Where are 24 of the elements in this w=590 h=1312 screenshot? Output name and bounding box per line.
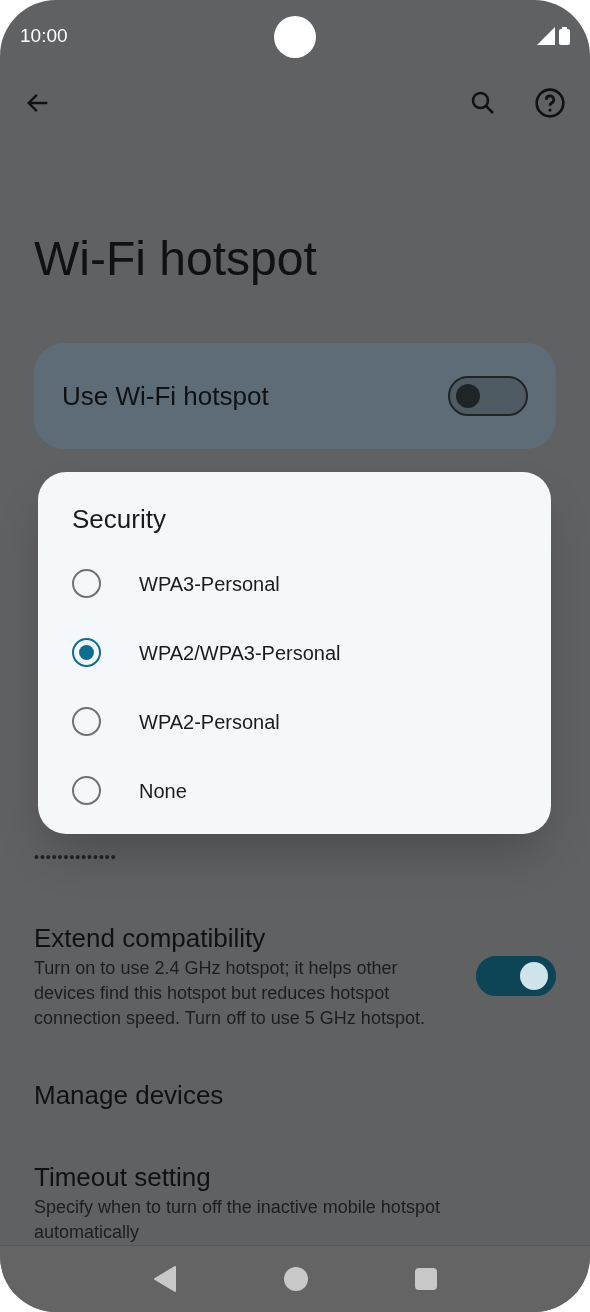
back-nav-icon[interactable] [153,1266,178,1292]
radio-option[interactable]: WPA2-Personal [72,687,517,756]
camera-cutout [274,16,316,58]
radio-option[interactable]: None [72,756,517,825]
radio-button[interactable] [72,707,101,736]
battery-icon [559,27,570,45]
radio-button[interactable] [72,569,101,598]
switch-label: Use Wi-Fi hotspot [62,379,269,413]
page-title: Wi-Fi hotspot [34,231,317,287]
status-time: 10:00 [20,23,68,48]
signal-icon [537,27,555,45]
radio-button[interactable] [72,638,101,667]
radio-button[interactable] [72,776,101,805]
help-icon[interactable] [534,87,566,119]
home-nav-icon[interactable] [284,1267,308,1291]
toggle-switch[interactable] [476,955,556,996]
password-value: •••••••••••••• [34,849,117,865]
radio-option[interactable]: WPA2/WPA3-Personal [72,618,517,687]
toggle-switch[interactable] [448,376,528,416]
radio-option[interactable]: WPA3-Personal [72,549,517,618]
setting-summary: Specify when to turn off the inactive mobile hotspot automatically [34,1196,441,1244]
recents-nav-icon[interactable] [414,1268,437,1290]
setting-summary: Turn on to use 2.4 GHz hotspot; it helps other devices find this hotspot but reduces hotspot connection speed. Turn off to use 5 GHz hotspot. [34,957,426,1030]
dialog-title: Security [72,503,167,536]
